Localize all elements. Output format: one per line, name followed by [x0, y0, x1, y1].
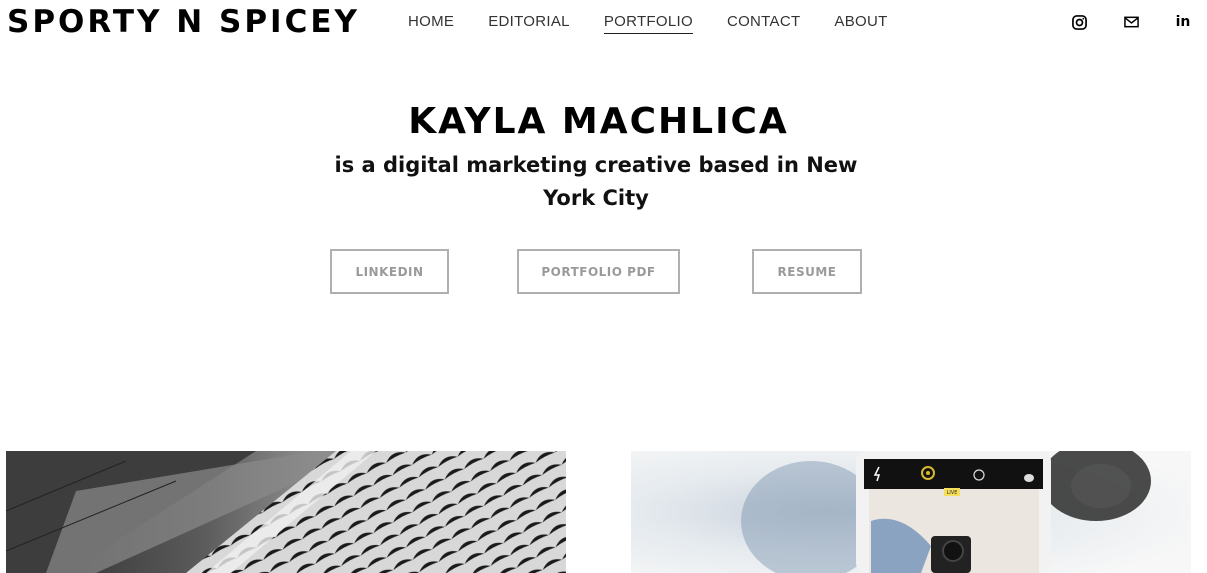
nav-item-contact[interactable]: CONTACT	[727, 13, 800, 34]
phone-live-badge: LIVE	[947, 490, 958, 496]
nav-item-portfolio[interactable]: PORTFOLIO	[603, 13, 693, 34]
mail-link[interactable]	[1123, 13, 1139, 31]
linkedin-link[interactable]: in	[1175, 13, 1191, 31]
nav-item-editorial[interactable]: EDITORIAL	[488, 13, 570, 34]
portfolio-pdf-button[interactable]: PORTFOLIO PDF	[517, 249, 680, 294]
nav-item-home[interactable]: HOME	[408, 13, 454, 34]
linkedin-button[interactable]: LINKEDIN	[330, 249, 449, 294]
architecture-photo-art	[6, 451, 566, 573]
phone-camera-photo[interactable]: LIVE	[631, 451, 1191, 573]
phone-camera-photo-art: LIVE	[631, 451, 1191, 573]
main-nav: HOME EDITORIAL PORTFOLIO CONTACT ABOUT	[408, 13, 922, 34]
hero-name: KAYLA MACHLICA	[408, 101, 789, 142]
site-header: SPORTY N SPICEY HOME EDITORIAL PORTFOLIO…	[0, 0, 1207, 46]
site-logo[interactable]: SPORTY N SPICEY	[7, 4, 360, 40]
instagram-icon	[1071, 14, 1087, 30]
page: SPORTY N SPICEY HOME EDITORIAL PORTFOLIO…	[0, 0, 1207, 573]
instagram-link[interactable]	[1071, 13, 1087, 31]
resume-button[interactable]: RESUME	[752, 249, 862, 294]
linkedin-icon: in	[1175, 14, 1191, 30]
mail-icon	[1123, 16, 1139, 28]
social-links: in	[1071, 13, 1191, 31]
hero-tagline: is a digital marketing creative based in…	[334, 153, 858, 210]
nav-item-about[interactable]: ABOUT	[834, 13, 887, 34]
architecture-photo[interactable]	[6, 451, 566, 573]
